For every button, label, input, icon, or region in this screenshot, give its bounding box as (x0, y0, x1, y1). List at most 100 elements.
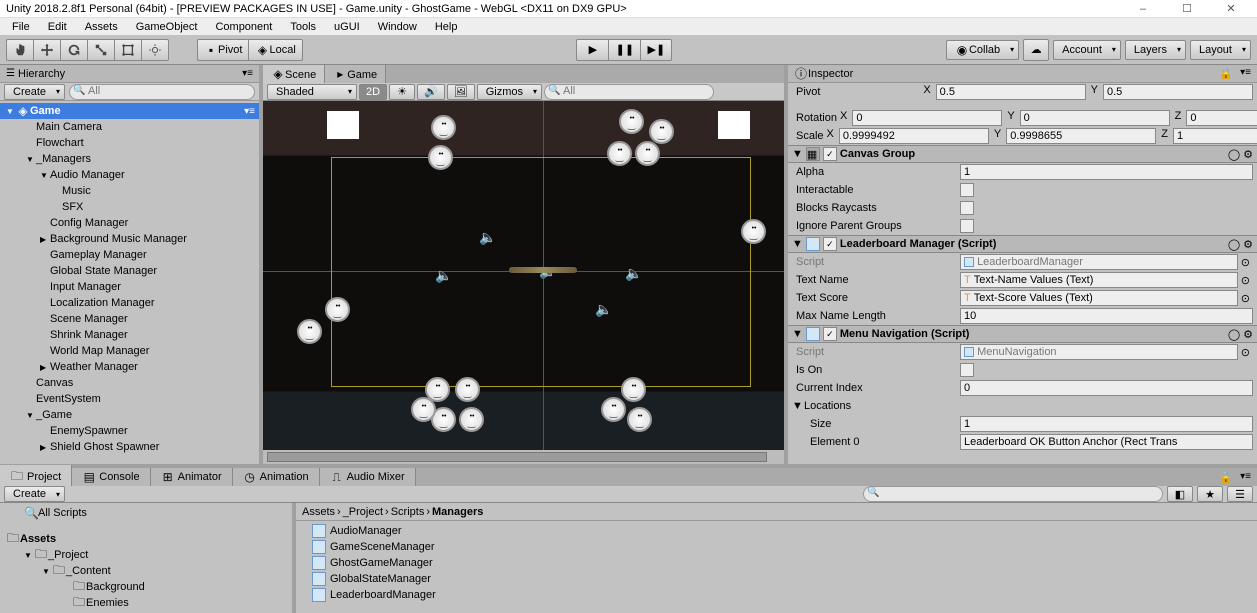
rot-x[interactable] (852, 110, 1002, 126)
maxname-field[interactable] (960, 308, 1253, 324)
hierarchy-item[interactable]: ▼_Managers (0, 151, 259, 167)
menu-assets[interactable]: Assets (77, 20, 126, 34)
tab-console[interactable]: ▤Console (72, 468, 150, 486)
project-tree-item[interactable]: ▼🗀_Project (0, 547, 292, 563)
move-tool[interactable] (33, 39, 60, 61)
pivot-x[interactable] (936, 84, 1086, 100)
blocks-checkbox[interactable] (960, 201, 974, 215)
hierarchy-item[interactable]: Global State Manager (0, 263, 259, 279)
menu-window[interactable]: Window (370, 20, 425, 34)
curidx-field[interactable] (960, 380, 1253, 396)
lock-icon[interactable]: 🔒 (1219, 67, 1233, 80)
play-button[interactable]: ▶ (576, 39, 608, 61)
scale-x[interactable] (839, 128, 989, 144)
hierarchy-item[interactable]: ▼Audio Manager (0, 167, 259, 183)
ignore-checkbox[interactable] (960, 219, 974, 233)
lock-icon[interactable]: 🔒 (1219, 471, 1233, 484)
maximize-button[interactable]: ☐ (1167, 1, 1207, 17)
help-icon[interactable]: ◯ (1228, 238, 1240, 251)
hierarchy-item[interactable]: Main Camera (0, 119, 259, 135)
hierarchy-create-dropdown[interactable]: Create (4, 84, 65, 100)
cloud-button[interactable]: ☁ (1023, 39, 1049, 61)
scale-z[interactable] (1173, 128, 1257, 144)
breadcrumb-item[interactable]: Scripts (391, 506, 425, 518)
canvas-group-header[interactable]: ▼▦✓Canvas Group◯⚙ (788, 145, 1257, 163)
fav-button[interactable]: ★ (1197, 486, 1223, 502)
menu-file[interactable]: File (4, 20, 38, 34)
project-create-dropdown[interactable]: Create (4, 486, 65, 502)
hierarchy-item[interactable]: Scene Manager (0, 311, 259, 327)
hierarchy-item[interactable]: Flowchart (0, 135, 259, 151)
pivot-toggle[interactable]: ▪Pivot (197, 39, 248, 61)
rotate-tool[interactable] (60, 39, 87, 61)
hierarchy-item[interactable]: ▶Weather Manager (0, 359, 259, 375)
menu-component[interactable]: Component (207, 20, 280, 34)
ison-checkbox[interactable] (960, 363, 974, 377)
scale-y[interactable] (1006, 128, 1156, 144)
textscore-field[interactable]: T Text-Score Values (Text) (960, 290, 1238, 306)
hierarchy-item[interactable]: EventSystem (0, 391, 259, 407)
size-field[interactable] (960, 416, 1253, 432)
collab-dropdown[interactable]: ◉Collab (946, 40, 1019, 60)
rot-z[interactable] (1186, 110, 1257, 126)
hierarchy-item[interactable]: Canvas (0, 375, 259, 391)
gizmos-dropdown[interactable]: Gizmos (477, 84, 542, 100)
hierarchy-item[interactable]: Shrink Manager (0, 327, 259, 343)
local-toggle[interactable]: ◈Local (248, 39, 302, 61)
account-dropdown[interactable]: Account (1053, 40, 1121, 60)
rot-y[interactable] (1020, 110, 1170, 126)
tab-animator[interactable]: ⊞Animator (151, 468, 233, 486)
breadcrumb-item[interactable]: _Project (343, 506, 383, 518)
el0-field[interactable]: Leaderboard OK Button Anchor (Rect Trans (960, 434, 1253, 450)
project-file[interactable]: AudioManager (296, 523, 1257, 539)
gear-icon[interactable]: ⚙ (1243, 238, 1253, 251)
project-file[interactable]: GhostGameManager (296, 555, 1257, 571)
hierarchy-menu-icon[interactable]: ▾≡ (242, 68, 253, 79)
tab-audiomixer[interactable]: ⎍Audio Mixer (320, 468, 416, 487)
hierarchy-item[interactable]: Music (0, 183, 259, 199)
menu-tools[interactable]: Tools (282, 20, 324, 34)
menu-help[interactable]: Help (427, 20, 466, 34)
gear-icon[interactable]: ⚙ (1243, 148, 1253, 161)
tab-animation[interactable]: ◷Animation (233, 468, 320, 486)
textname-field[interactable]: T Text-Name Values (Text) (960, 272, 1238, 288)
layers-dropdown[interactable]: Layers (1125, 40, 1186, 60)
hierarchy-item[interactable]: ▶Background Music Manager (0, 231, 259, 247)
minimize-button[interactable]: – (1123, 1, 1163, 17)
filter-button[interactable]: ◧ (1167, 486, 1193, 502)
hierarchy-search[interactable]: All (69, 84, 255, 100)
save-search-button[interactable]: ☰ (1227, 486, 1253, 502)
hierarchy-item[interactable]: World Map Manager (0, 343, 259, 359)
breadcrumb-item[interactable]: Managers (432, 506, 483, 518)
fx-toggle[interactable]: 🖼 (447, 84, 475, 100)
hierarchy-item[interactable]: ▼_Game (0, 407, 259, 423)
inspector-menu-icon[interactable]: ▾≡ (1240, 67, 1251, 80)
project-file[interactable]: LeaderboardManager (296, 587, 1257, 603)
scene-scrollbar[interactable] (267, 452, 767, 462)
pause-button[interactable]: ❚❚ (608, 39, 640, 61)
project-search[interactable] (863, 486, 1163, 502)
step-button[interactable]: ▶❚ (640, 39, 672, 61)
close-button[interactable]: ✕ (1211, 1, 1251, 17)
menu-edit[interactable]: Edit (40, 20, 75, 34)
hand-tool[interactable] (6, 39, 33, 61)
hierarchy-item[interactable]: Config Manager (0, 215, 259, 231)
hierarchy-item[interactable]: Localization Manager (0, 295, 259, 311)
help-icon[interactable]: ◯ (1228, 328, 1240, 341)
scene-search[interactable]: All (544, 84, 714, 100)
transform-tool[interactable] (141, 39, 169, 61)
locations-label[interactable]: Locations (804, 400, 851, 412)
hierarchy-item[interactable]: Gameplay Manager (0, 247, 259, 263)
scene-viewport[interactable]: 🔈 🔈 🔈 🔈 🔈 (263, 101, 784, 464)
2d-toggle[interactable]: 2D (359, 84, 387, 100)
interactable-checkbox[interactable] (960, 183, 974, 197)
project-tree-item[interactable]: 🗀Enemies (0, 595, 292, 611)
tab-scene[interactable]: ◈Scene (263, 65, 325, 83)
project-file[interactable]: GameSceneManager (296, 539, 1257, 555)
hierarchy-item[interactable]: SFX (0, 199, 259, 215)
menu-ugui[interactable]: uGUI (326, 20, 368, 34)
help-icon[interactable]: ◯ (1228, 148, 1240, 161)
light-toggle[interactable]: ☀ (389, 84, 415, 100)
breadcrumb-item[interactable]: Assets (302, 506, 335, 518)
scale-tool[interactable] (87, 39, 114, 61)
